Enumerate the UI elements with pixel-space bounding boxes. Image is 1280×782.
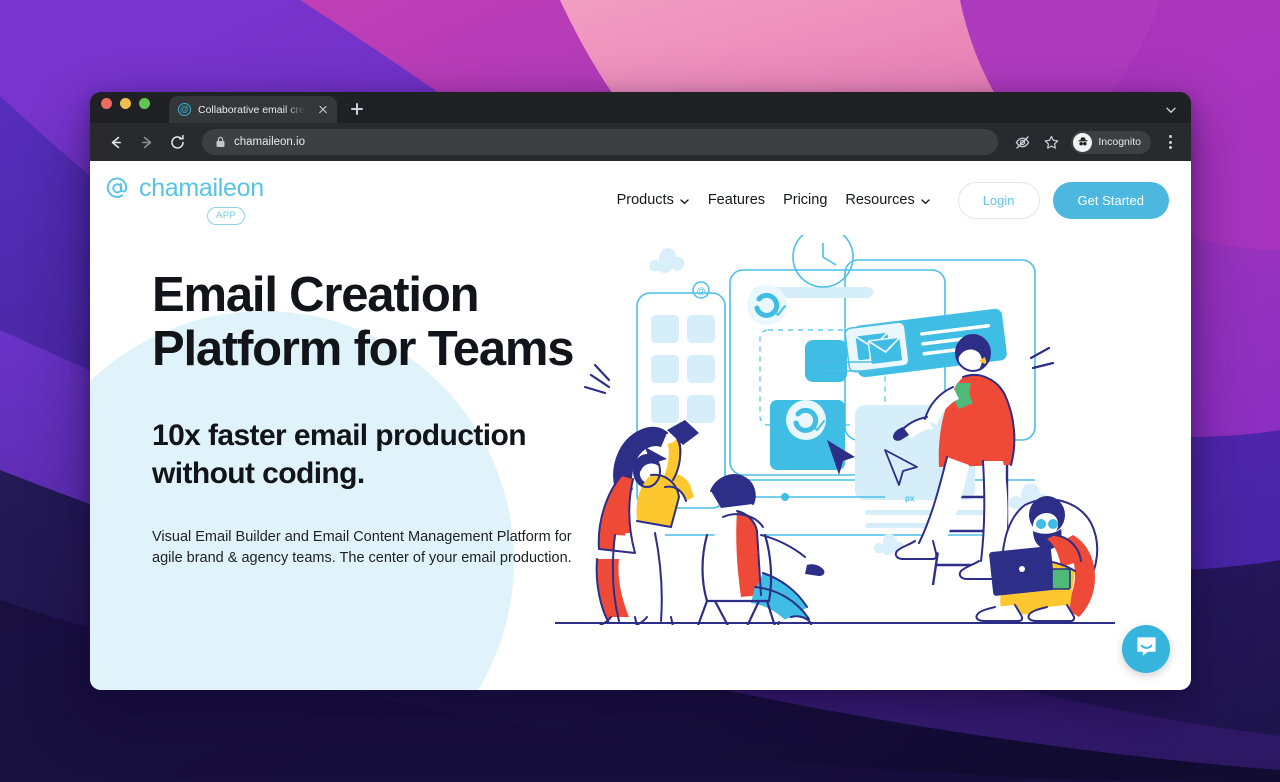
eye-slash-icon[interactable] [1010,130,1034,154]
browser-tab[interactable]: @ Collaborative email creation pla [169,96,337,123]
team-building-email-illustration: @ px [555,235,1115,625]
site-logo[interactable]: chamaileon APP [105,173,264,225]
hero-section: Email Creation Platform for Teams 10x fa… [90,235,1191,625]
nav-item-products[interactable]: Products [608,192,699,208]
main-navigation: Products Features Pricing Resources Logi… [608,181,1169,219]
nav-item-features[interactable]: Features [699,192,774,208]
browser-tab-strip: @ Collaborative email creation pla [90,92,1191,123]
arrow-left-icon[interactable] [102,129,128,155]
hero-text-column: Email Creation Platform for Teams 10x fa… [105,239,575,568]
incognito-hat-icon [1073,132,1093,152]
nav-label: Pricing [783,192,828,208]
arrow-right-icon[interactable] [133,129,159,155]
illustration-px-label: px [905,494,915,503]
svg-text:@: @ [696,286,705,296]
incognito-profile-chip[interactable]: Incognito [1071,130,1151,154]
page-title: Email Creation Platform for Teams [152,268,575,376]
browser-window: @ Collaborative email creation pla [90,92,1191,690]
reload-icon[interactable] [164,129,190,155]
hero-illustration-column: @ px [555,235,1191,625]
intercom-chat-icon [1134,634,1159,664]
maximize-window-button[interactable] [139,98,150,109]
address-bar[interactable]: chamaileon.io [202,129,999,155]
hero-paragraph: Visual Email Builder and Email Content M… [152,528,572,566]
window-traffic-lights [101,92,150,123]
incognito-label: Incognito [1098,136,1141,148]
site-header: chamaileon APP Products Features Pricing [90,161,1191,239]
chevron-down-icon [679,195,690,206]
at-icon [105,176,130,201]
chevron-down-icon [920,195,931,206]
lock-icon [215,136,226,148]
web-page-viewport: chamaileon APP Products Features Pricing [90,161,1191,690]
illustration-at-badge: @ [692,281,710,299]
nav-item-pricing[interactable]: Pricing [774,192,836,208]
at-circle-icon: @ [178,103,191,116]
get-started-button[interactable]: Get Started [1052,181,1169,219]
close-icon[interactable] [316,103,330,117]
url-text: chamaileon.io [234,136,305,148]
star-icon[interactable] [1039,130,1063,154]
app-badge: APP [207,206,246,225]
minimize-window-button[interactable] [120,98,131,109]
nav-item-resources[interactable]: Resources [836,192,939,208]
login-button[interactable]: Login [957,181,1040,219]
close-window-button[interactable] [101,98,112,109]
chevron-down-icon[interactable] [1164,103,1178,117]
kebab-menu-icon[interactable] [1159,130,1181,154]
nav-label: Features [707,192,766,208]
plus-icon[interactable] [344,96,370,122]
nav-label: Products [616,192,674,208]
intercom-chat-button[interactable] [1122,625,1170,673]
nav-label: Resources [845,192,915,208]
browser-toolbar: chamaileon.io Incognito [90,123,1191,161]
hero-subheading: 10x faster email production without codi… [152,418,527,490]
site-logo-text: chamaileon [139,173,264,202]
browser-tab-title: Collaborative email creation pla [198,103,309,116]
